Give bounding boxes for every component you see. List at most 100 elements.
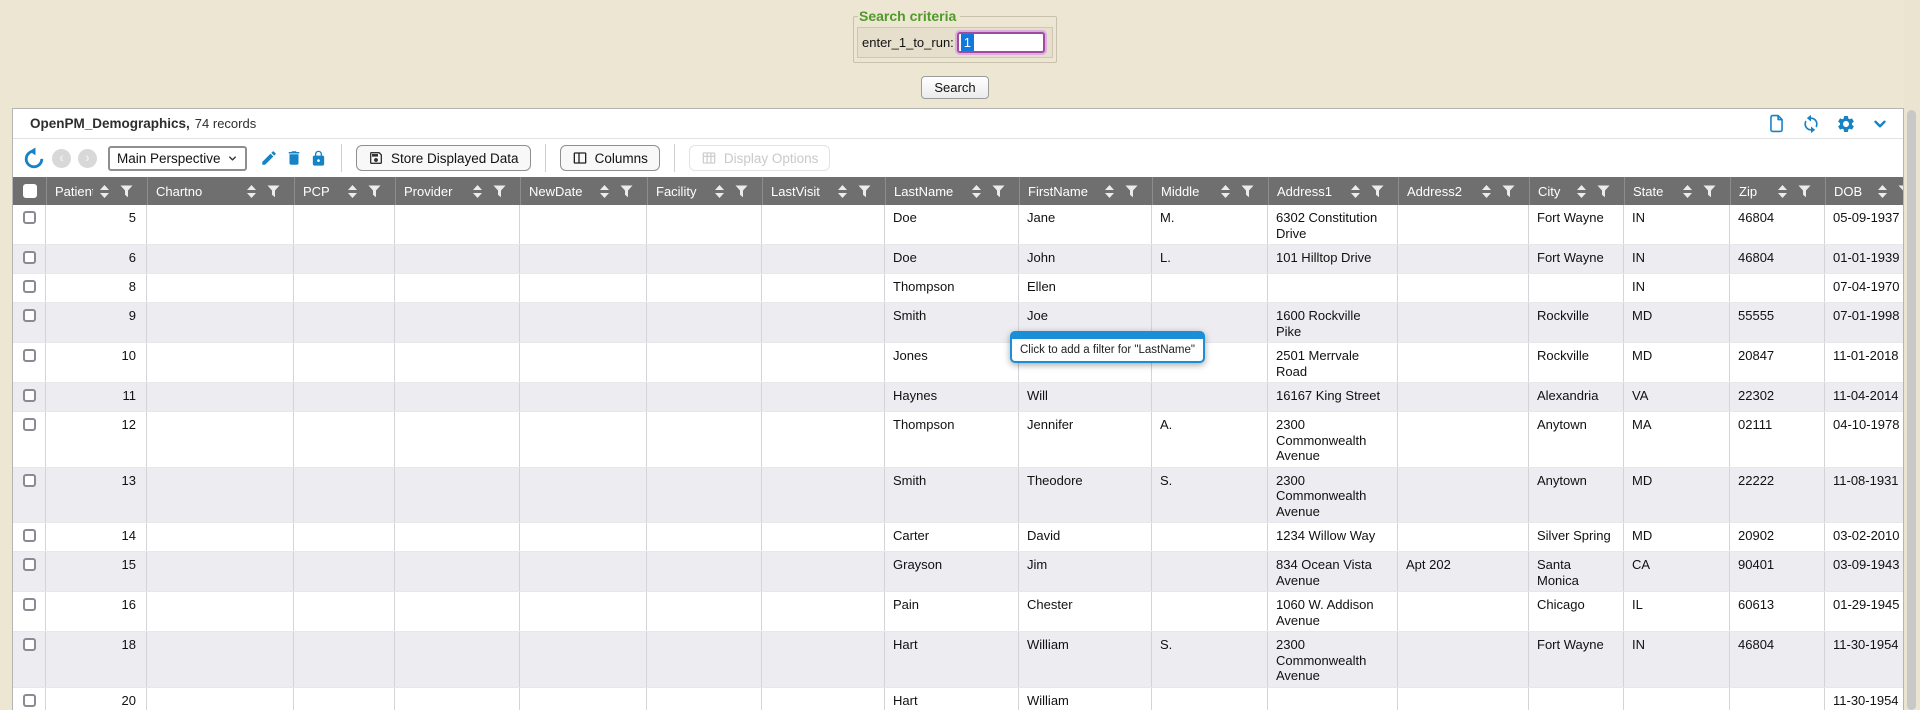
row-checkbox[interactable] [23, 349, 36, 362]
filter-funnel-icon[interactable] [1597, 185, 1610, 198]
nav-back-button[interactable]: ‹ [52, 149, 71, 168]
filter-funnel-icon[interactable] [992, 185, 1005, 198]
row-checkbox[interactable] [23, 598, 36, 611]
row-checkbox[interactable] [23, 638, 36, 651]
column-header-pcp[interactable]: PCP [294, 177, 395, 205]
nav-forward-button[interactable]: › [78, 149, 97, 168]
sort-icon [714, 184, 725, 199]
cell-zip: 22302 [1730, 383, 1825, 411]
sort-icon[interactable] [1877, 184, 1888, 199]
sort-icon[interactable] [599, 184, 610, 199]
cell-provider [395, 245, 520, 273]
sort-icon[interactable] [1481, 184, 1492, 199]
filter-funnel-icon[interactable] [1703, 185, 1716, 198]
edit-pencil-icon[interactable] [260, 149, 278, 167]
column-header-zip[interactable]: Zip [1730, 177, 1825, 205]
undo-icon[interactable] [23, 147, 45, 169]
store-displayed-data-button[interactable]: Store Displayed Data [356, 145, 531, 171]
cell-provider [395, 468, 520, 523]
sort-icon[interactable] [971, 184, 982, 199]
filter-funnel-icon[interactable] [1502, 185, 1515, 198]
select-all-checkbox[interactable] [23, 184, 37, 198]
row-checkbox[interactable] [23, 529, 36, 542]
column-header-city[interactable]: City [1529, 177, 1624, 205]
column-header-lastvisit[interactable]: LastVisit [762, 177, 885, 205]
cell-pcp [294, 383, 395, 411]
cell-patientid: 14 [46, 523, 147, 551]
cell-city: Fort Wayne [1529, 205, 1624, 244]
display-options-button[interactable]: Display Options [689, 145, 831, 171]
cell-lastvisit [762, 552, 885, 591]
column-header-address2[interactable]: Address2 [1398, 177, 1529, 205]
sort-icon[interactable] [1682, 184, 1693, 199]
column-header-dob[interactable]: DOB [1825, 177, 1904, 205]
column-header-newdate[interactable]: NewDate [520, 177, 647, 205]
sort-icon[interactable] [1350, 184, 1361, 199]
row-checkbox[interactable] [23, 694, 36, 707]
filter-funnel-icon[interactable] [858, 185, 871, 198]
cell-provider [395, 592, 520, 631]
column-header-middle[interactable]: Middle [1152, 177, 1268, 205]
row-checkbox[interactable] [23, 251, 36, 264]
column-header-facility[interactable]: Facility [647, 177, 762, 205]
new-document-icon[interactable] [1767, 114, 1786, 133]
filter-funnel-icon[interactable] [735, 185, 748, 198]
search-button[interactable]: Search [921, 76, 988, 99]
sort-icon[interactable] [472, 184, 483, 199]
row-checkbox[interactable] [23, 389, 36, 402]
table-body: 5DoeJaneM.6302 Constitution DriveFort Wa… [13, 205, 1904, 710]
row-checkbox-cell [13, 523, 46, 551]
row-checkbox[interactable] [23, 558, 36, 571]
cell-state: MD [1624, 303, 1730, 342]
sort-icon[interactable] [837, 184, 848, 199]
column-header-firstname[interactable]: FirstName [1019, 177, 1152, 205]
sort-icon [1777, 184, 1788, 199]
row-checkbox[interactable] [23, 280, 36, 293]
cell-city: Silver Spring [1529, 523, 1624, 551]
filter-funnel-icon[interactable] [493, 185, 506, 198]
filter-funnel-icon[interactable] [620, 185, 633, 198]
column-header-state[interactable]: State [1624, 177, 1730, 205]
lock-icon[interactable] [310, 150, 327, 167]
settings-gear-icon[interactable] [1836, 114, 1856, 134]
sort-icon[interactable] [1576, 184, 1587, 199]
filter-funnel-icon[interactable] [120, 185, 133, 198]
sort-icon[interactable] [714, 184, 725, 199]
enter-1-to-run-input[interactable]: 1 [957, 32, 1045, 53]
column-header-provider[interactable]: Provider [395, 177, 520, 205]
refresh-icon[interactable] [1801, 114, 1821, 134]
filter-funnel-icon[interactable] [368, 185, 381, 198]
sort-icon[interactable] [1220, 184, 1231, 199]
filter-funnel-icon[interactable] [1798, 185, 1811, 198]
perspective-select[interactable]: Main Perspective [108, 146, 247, 171]
column-header-patientid[interactable]: PatientID [46, 177, 147, 205]
page-scrollbar-thumb[interactable] [1907, 110, 1916, 710]
filter-funnel-icon[interactable] [1125, 185, 1138, 198]
column-header-chartno[interactable]: Chartno [147, 177, 294, 205]
cell-facility [647, 383, 762, 411]
cell-address2 [1398, 412, 1529, 467]
delete-trash-icon[interactable] [285, 149, 303, 167]
filter-funnel-icon[interactable] [267, 185, 280, 198]
filter-funnel-icon[interactable] [1241, 185, 1254, 198]
collapse-chevron-icon[interactable] [1871, 115, 1889, 133]
cell-address2 [1398, 632, 1529, 687]
sort-icon[interactable] [99, 184, 110, 199]
sort-icon[interactable] [246, 184, 257, 199]
filter-funnel-icon[interactable] [1371, 185, 1384, 198]
columns-button[interactable]: Columns [560, 145, 660, 171]
cell-chartno [147, 523, 294, 551]
sort-icon[interactable] [1777, 184, 1788, 199]
column-header-address1[interactable]: Address1 [1268, 177, 1398, 205]
sort-icon[interactable] [347, 184, 358, 199]
row-checkbox[interactable] [23, 474, 36, 487]
sort-icon [971, 184, 982, 199]
row-checkbox[interactable] [23, 211, 36, 224]
column-header-lastname[interactable]: LastName [885, 177, 1019, 205]
cell-patientid: 16 [46, 592, 147, 631]
sort-icon[interactable] [1104, 184, 1115, 199]
page-scrollbar-track[interactable] [1904, 0, 1920, 710]
row-checkbox[interactable] [23, 309, 36, 322]
row-checkbox[interactable] [23, 418, 36, 431]
cell-patientid: 11 [46, 383, 147, 411]
